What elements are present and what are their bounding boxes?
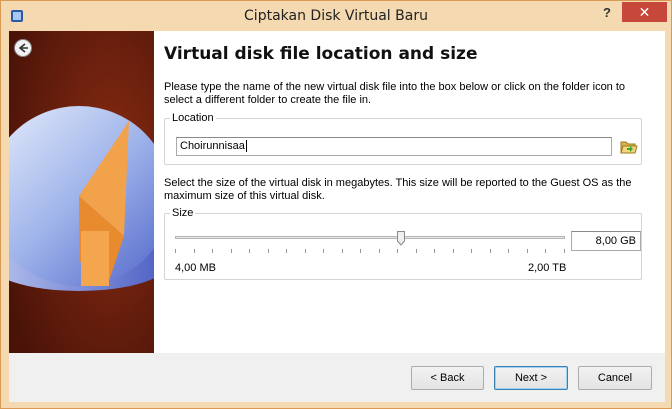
- slider-tick: [249, 249, 250, 253]
- slider-tick: [268, 249, 269, 253]
- slider-tick: [471, 249, 472, 253]
- slider-tick: [286, 249, 287, 253]
- dialog-window: Ciptakan Disk Virtual Baru ? ✕ Virtual d…: [0, 0, 672, 409]
- slider-tick: [564, 249, 565, 253]
- client-area: Virtual disk file location and size Plea…: [9, 31, 665, 402]
- close-button[interactable]: ✕: [622, 2, 667, 22]
- back-arrow-icon[interactable]: [14, 39, 32, 57]
- size-description: Select the size of the virtual disk in m…: [164, 177, 632, 202]
- slider-tick: [175, 249, 176, 253]
- disk-illustration: [9, 31, 154, 353]
- help-button[interactable]: ?: [595, 3, 619, 23]
- slider-max-label: 2,00 TB: [528, 262, 567, 274]
- location-input-value: Choirunnisaa: [180, 140, 245, 152]
- size-slider[interactable]: [175, 231, 565, 257]
- slider-min-label: 4,00 MB: [175, 262, 216, 274]
- wizard-content: Virtual disk file location and size Plea…: [154, 31, 665, 353]
- size-input[interactable]: 8,00 GB: [571, 231, 641, 251]
- slider-tick: [416, 249, 417, 253]
- slider-tick: [453, 249, 454, 253]
- location-input[interactable]: Choirunnisaa: [176, 137, 612, 156]
- slider-tick: [231, 249, 232, 253]
- slider-tick: [379, 249, 380, 253]
- wizard-sidebar: [9, 31, 154, 353]
- back-button[interactable]: < Back: [411, 366, 484, 390]
- next-button[interactable]: Next >: [494, 366, 568, 390]
- cancel-button[interactable]: Cancel: [578, 366, 652, 390]
- slider-tick: [305, 249, 306, 253]
- slider-tick: [342, 249, 343, 253]
- title-bar[interactable]: Ciptakan Disk Virtual Baru ? ✕: [1, 1, 671, 31]
- slider-tick: [527, 249, 528, 253]
- size-group-label: Size: [170, 207, 196, 219]
- text-caret: [245, 140, 247, 153]
- slider-tick: [545, 249, 546, 253]
- size-group: Size 8,00 GB 4,00 MB 2,00 TB: [164, 207, 642, 280]
- slider-tick: [360, 249, 361, 253]
- slider-tick: [212, 249, 213, 253]
- slider-tick: [194, 249, 195, 253]
- slider-track[interactable]: [175, 236, 565, 239]
- location-group-label: Location: [170, 112, 216, 124]
- folder-open-icon[interactable]: [620, 139, 638, 155]
- slider-tick: [397, 249, 398, 253]
- slider-tick: [508, 249, 509, 253]
- slider-tick: [323, 249, 324, 253]
- slider-tick: [490, 249, 491, 253]
- slider-tick: [434, 249, 435, 253]
- button-bar: < Back Next > Cancel: [9, 353, 665, 402]
- location-group: Location Choirunnisaa: [164, 112, 642, 165]
- page-title: Virtual disk file location and size: [164, 44, 478, 64]
- window-title: Ciptakan Disk Virtual Baru: [244, 8, 428, 24]
- slider-thumb[interactable]: [397, 231, 405, 246]
- location-description: Please type the name of the new virtual …: [164, 81, 626, 106]
